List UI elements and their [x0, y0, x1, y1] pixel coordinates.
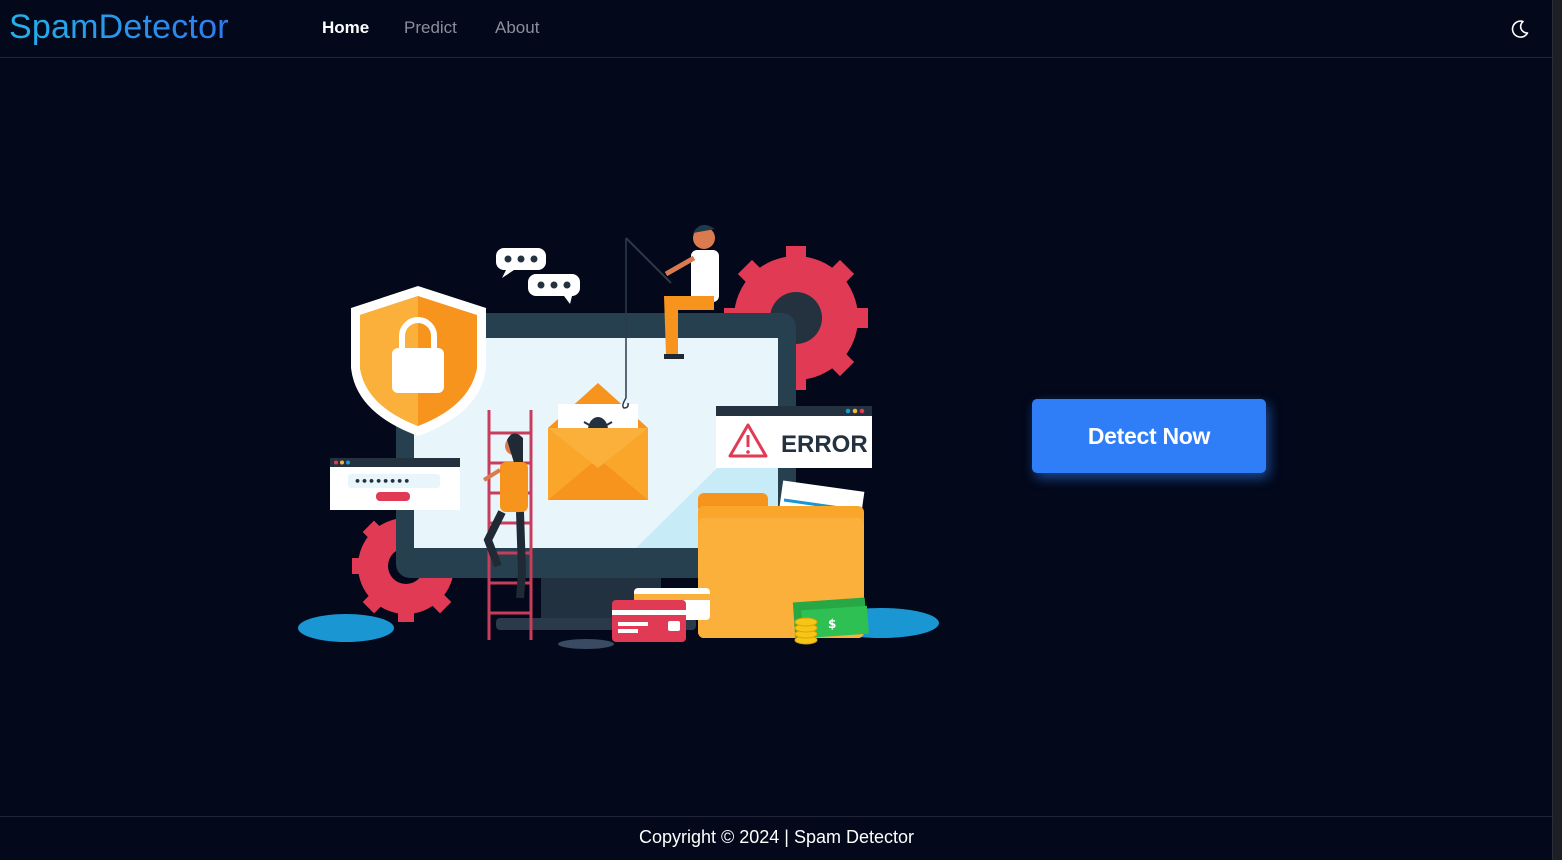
page: SpamDetector Home Predict About ••••••••… [0, 0, 1553, 860]
password-window: •••••••• [330, 458, 460, 510]
moon-icon [1511, 20, 1529, 38]
brand-logo[interactable]: SpamDetector [9, 8, 229, 47]
nav-link-about[interactable]: About [495, 18, 539, 38]
spam-security-illustration: •••••••• ERROR $ [298, 224, 939, 649]
footer: Copyright © 2024 | Spam Detector [0, 816, 1553, 860]
chat-bubble-icon [496, 248, 580, 304]
detect-now-button[interactable]: Detect Now [1032, 399, 1266, 473]
svg-text:$: $ [828, 617, 836, 631]
svg-text:••••••••: •••••••• [354, 475, 410, 488]
theme-toggle-button[interactable] [1508, 17, 1532, 41]
copyright-text: Copyright © 2024 | Spam Detector [638, 827, 915, 847]
nav-link-home[interactable]: Home [322, 18, 369, 38]
svg-text:ERROR: ERROR [781, 431, 868, 458]
nav-link-predict[interactable]: Predict [404, 18, 457, 38]
navbar: SpamDetector Home Predict About [0, 0, 1553, 58]
error-window: ERROR [716, 406, 872, 468]
